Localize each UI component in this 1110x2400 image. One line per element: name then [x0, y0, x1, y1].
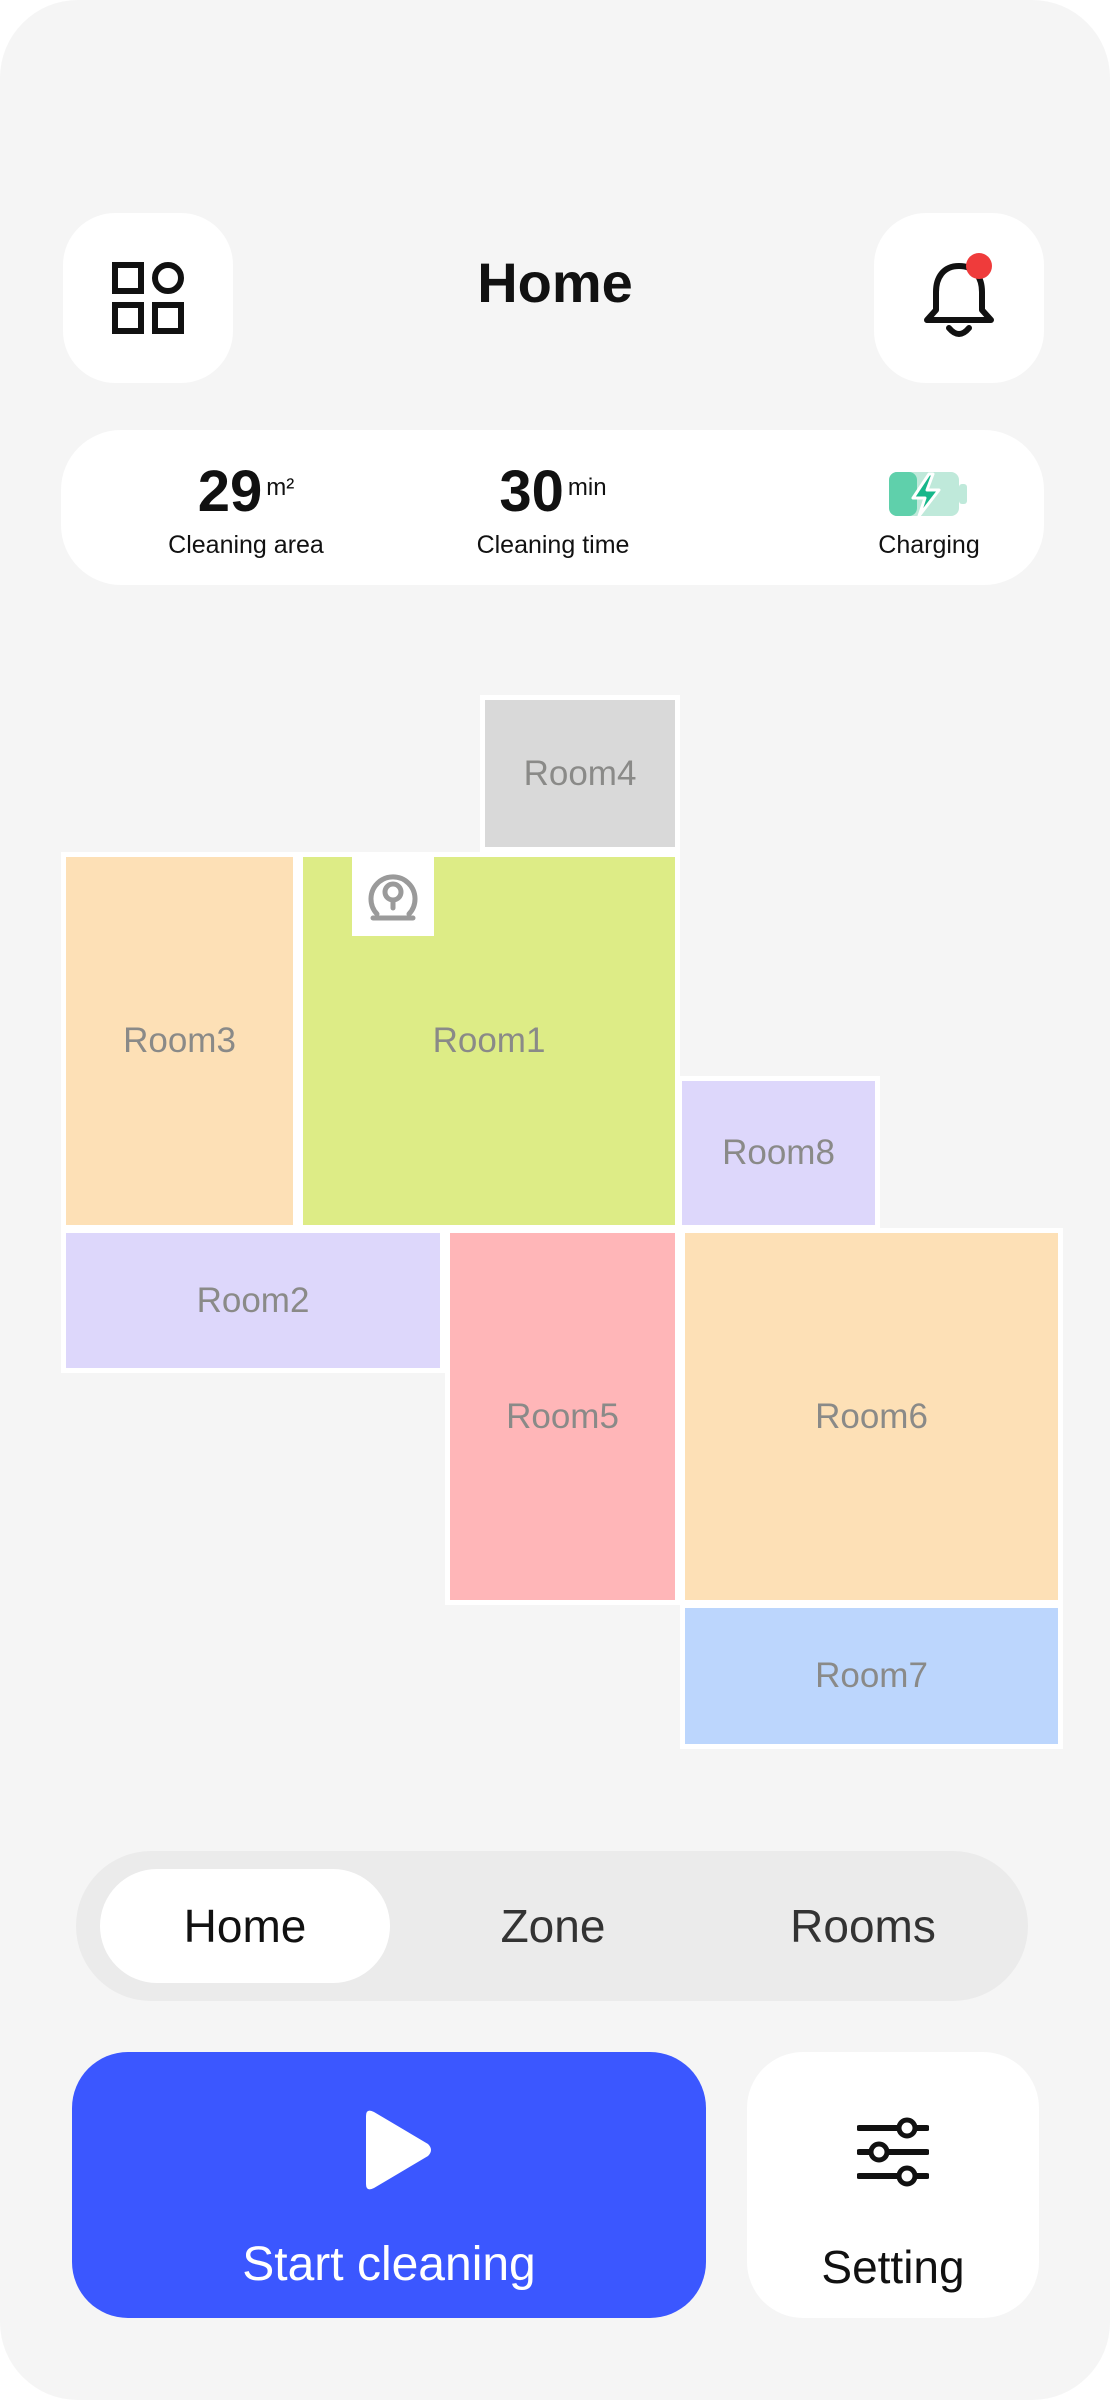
cleaning-time-label: Cleaning time [476, 531, 630, 559]
app-screen: Home 29 m² Cleaning area 30 min Cleaning t… [0, 0, 1110, 2400]
room-room3[interactable]: Room3 [61, 852, 298, 1230]
mode-tabs: Home Zone Rooms [76, 1851, 1028, 2001]
cleaning-area-unit: m² [266, 474, 295, 501]
cleaning-area-label: Cleaning area [168, 531, 324, 559]
room-room7[interactable]: Room7 [680, 1603, 1063, 1749]
room-room6[interactable]: Room6 [680, 1228, 1063, 1605]
robot-vacuum-icon [368, 874, 418, 921]
stats-panel: 29 m² Cleaning area 30 min Cleaning time C… [61, 430, 1044, 585]
notifications-button[interactable] [874, 213, 1044, 383]
start-cleaning-label: Start cleaning [242, 2238, 536, 2291]
cleaning-area-value: 29 [197, 459, 263, 524]
battery-charging-icon [889, 472, 967, 518]
battery-label: Charging [878, 531, 980, 559]
room-room4[interactable]: Room4 [480, 695, 680, 852]
room-room8[interactable]: Room8 [677, 1076, 880, 1230]
room-room5[interactable]: Room5 [445, 1228, 680, 1605]
room-room2[interactable]: Room2 [61, 1228, 445, 1373]
battery-stat: Charging [804, 430, 1054, 585]
tab-home[interactable]: Home [100, 1869, 390, 1983]
robot-position-marker[interactable] [352, 856, 434, 936]
sliders-icon [857, 2117, 929, 2187]
play-icon [366, 2110, 431, 2190]
bell-icon [924, 253, 994, 337]
start-cleaning-button[interactable]: Start cleaning [72, 2052, 706, 2318]
setting-label: Setting [821, 2241, 965, 2293]
tab-rooms[interactable]: Rooms [718, 1869, 1008, 1983]
cleaning-time-unit: min [567, 474, 607, 501]
cleaning-time-stat: 30 min Cleaning time [428, 430, 678, 585]
setting-button[interactable]: Setting [747, 2052, 1039, 2318]
cleaning-area-stat: 29 m² Cleaning area [121, 430, 371, 585]
tab-zone[interactable]: Zone [408, 1869, 698, 1983]
cleaning-time-value: 30 [499, 459, 564, 524]
notification-dot [966, 253, 992, 279]
